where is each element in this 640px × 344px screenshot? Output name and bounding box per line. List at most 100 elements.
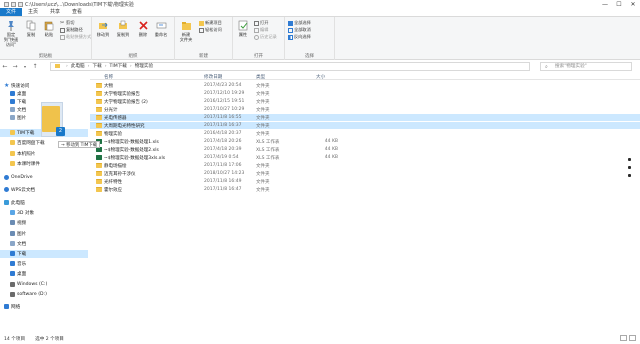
forward-button[interactable]: → [10, 61, 20, 71]
column-date[interactable]: 修改日期 [204, 74, 222, 80]
file-name: 大周期电光特性研究 [104, 124, 145, 129]
minimize-button[interactable]: — [598, 0, 612, 9]
file-row[interactable]: 分光计 2017/10/27 10:29 文件夹 [90, 106, 640, 113]
file-size: 44 KB [324, 155, 338, 160]
file-size: 44 KB [324, 139, 338, 144]
clipboard-group-label: 剪贴板 [38, 54, 53, 59]
file-date: 2017/10/27 10:29 [204, 107, 245, 112]
nav-drive-c[interactable]: Windows (C:) [0, 281, 88, 289]
file-date: 2017/11/8 16:47 [204, 187, 242, 192]
file-row[interactable]: 静电场描绘 2017/11/8 17:06 文件夹 [90, 162, 640, 169]
delete-button[interactable]: 删除 [134, 19, 152, 37]
select-none-button[interactable]: 全部取消 [288, 27, 311, 33]
clipboard-group: 固定到"快速访问" 复制 粘贴 ✂ 剪切 复制路径 粘贴快捷方式 剪贴板 [0, 17, 92, 60]
copy-button[interactable]: 复制 [22, 19, 40, 37]
arrow-right-icon: → [12, 62, 18, 70]
file-row[interactable]: 大学物理实验报告 (2) 2016/12/15 19:51 文件夹 [90, 98, 640, 105]
column-name[interactable]: 名称 [104, 74, 113, 80]
properties-button[interactable]: 属性 [234, 19, 252, 37]
tab-view[interactable]: 查看 [66, 8, 88, 16]
pin-icon [5, 19, 17, 31]
nav-wps-cloud[interactable]: WPS云文档 [0, 186, 88, 194]
file-row[interactable]: 物理实验 2016/4/18 20:37 文件夹 [90, 130, 640, 137]
breadcrumb-this-pc[interactable]: 此电脑 [71, 63, 85, 69]
nav-network[interactable]: 网络 [0, 303, 88, 311]
easy-access-button[interactable]: 轻松访问 [199, 27, 222, 33]
search-icon: ⌕ [545, 63, 548, 70]
file-row[interactable]: 光纤特性 2017/11/8 16:49 文件夹 [90, 178, 640, 185]
file-row[interactable]: ~$物理实验-数据处理2.xls 2017/4/18 20:39 XLS 工作表 44… [90, 146, 640, 153]
breadcrumb-tim-downloads[interactable]: TIM下载 [110, 63, 127, 69]
file-row[interactable]: 大周期电光特性研究 2017/11/8 16:37 文件夹 [90, 122, 640, 130]
nav-pictures-pc[interactable]: 图片 [0, 230, 88, 238]
new-folder-button[interactable]: 新建 文件夹 [177, 19, 195, 42]
nav-course-materials[interactable]: 本课时课件 [0, 160, 88, 168]
delete-icon [137, 19, 149, 31]
paste-shortcut-button[interactable]: 粘贴快捷方式 [60, 34, 91, 40]
recent-button[interactable]: ▾ [20, 61, 30, 71]
quick-access-icon[interactable] [4, 2, 9, 7]
breadcrumb-downloads[interactable]: 下载 [92, 63, 101, 69]
history-button[interactable]: 历史记录 [254, 34, 277, 40]
nav-local-photos[interactable]: 本机照片 [0, 150, 88, 158]
tab-home[interactable]: 主页 [22, 8, 44, 16]
file-row[interactable]: 霍尔效应 2017/11/8 16:47 文件夹 [90, 186, 640, 193]
paste-button[interactable]: 粘贴 [40, 19, 58, 37]
open-button[interactable]: 打开 [254, 20, 268, 26]
nav-drive-d[interactable]: software (D:) [0, 291, 88, 299]
copy-path-button[interactable]: 复制路径 [60, 27, 83, 33]
address-bar[interactable]: › 此电脑 › 下载 › TIM下载 › 物理实验 [50, 61, 530, 71]
nav-downloads-pc[interactable]: 下载 [0, 250, 88, 258]
file-row[interactable]: 大学物理实验报告 2017/12/10 19:29 文件夹 [90, 90, 640, 97]
cloud-icon [4, 175, 9, 181]
copy-to-button[interactable]: 复制到 [114, 19, 132, 37]
tab-file[interactable]: 文件 [0, 8, 23, 16]
file-row[interactable]: 迈克耳孙干涉仪 2018/10/27 14:23 文件夹 [90, 170, 640, 177]
large-icons-view-icon[interactable] [629, 335, 636, 341]
breadcrumb-physics-lab[interactable]: 物理实验 [135, 63, 153, 69]
file-type: XLS 工作表 [256, 156, 280, 161]
search-box[interactable]: ⌕ 搜索"物理实验" [540, 61, 632, 71]
file-row[interactable]: 大物 2017/4/23 20:54 文件夹 [90, 82, 640, 89]
nav-3d-objects[interactable]: 3D 对象 [0, 209, 88, 217]
column-size[interactable]: 大小 [316, 74, 325, 80]
back-button[interactable]: ← [0, 61, 10, 71]
up-button[interactable]: ↑ [30, 61, 40, 71]
file-row[interactable]: ~$物理实验-数据处理1.xls 2017/4/18 20:26 XLS 工作表 44… [90, 138, 640, 145]
folder-icon [10, 151, 15, 157]
file-row[interactable]: 光电传感器 2017/11/8 16:55 文件夹 [90, 114, 640, 122]
excel-file-icon [96, 155, 102, 160]
move-to-button[interactable]: 移动到 [94, 19, 112, 37]
nav-quick-access[interactable]: ★ 快速访问 [0, 82, 88, 90]
cut-button[interactable]: ✂ 剪切 [60, 20, 74, 26]
nav-desktop[interactable]: 桌面 [0, 90, 88, 98]
column-type[interactable]: 类型 [256, 74, 265, 80]
file-date: 2017/4/23 20:54 [204, 83, 242, 88]
scroll-marker-icon [628, 174, 631, 177]
desktop-icon [10, 271, 15, 277]
nav-videos[interactable]: 视频 [0, 219, 88, 227]
nav-music[interactable]: 音乐 [0, 260, 88, 268]
rename-button[interactable]: 重命名 [152, 19, 170, 37]
invert-selection-button[interactable]: 反向选择 [288, 34, 311, 40]
pin-quick-access-button[interactable]: 固定到"快速访问" [2, 19, 20, 47]
arrow-up-icon: ↑ [32, 62, 38, 70]
nav-this-pc[interactable]: 此电脑 [0, 199, 88, 207]
edit-button[interactable]: 编辑 [254, 27, 268, 33]
history-icon [254, 34, 259, 40]
maximize-button[interactable]: ☐ [612, 0, 626, 9]
nav-documents-pc[interactable]: 文档 [0, 240, 88, 248]
nav-onedrive[interactable]: OneDrive [0, 174, 88, 182]
file-date: 2017/11/8 16:49 [204, 179, 242, 184]
tab-share[interactable]: 共享 [44, 8, 66, 16]
properties-qa-icon[interactable] [11, 2, 16, 7]
file-type: 文件夹 [256, 124, 270, 129]
nav-desktop-pc[interactable]: 桌面 [0, 270, 88, 278]
file-row[interactable]: ~$物理实验-数据处理3xls.xls 2017/4/19 0:54 XLS 工作表… [90, 154, 640, 161]
new-item-button[interactable]: 新建项目 [199, 20, 222, 26]
select-all-button[interactable]: 全部选择 [288, 20, 311, 26]
new-folder-qa-icon[interactable] [18, 2, 23, 7]
folder-icon [96, 99, 102, 104]
details-view-icon[interactable] [620, 335, 627, 341]
close-button[interactable]: ✕ [626, 0, 640, 9]
